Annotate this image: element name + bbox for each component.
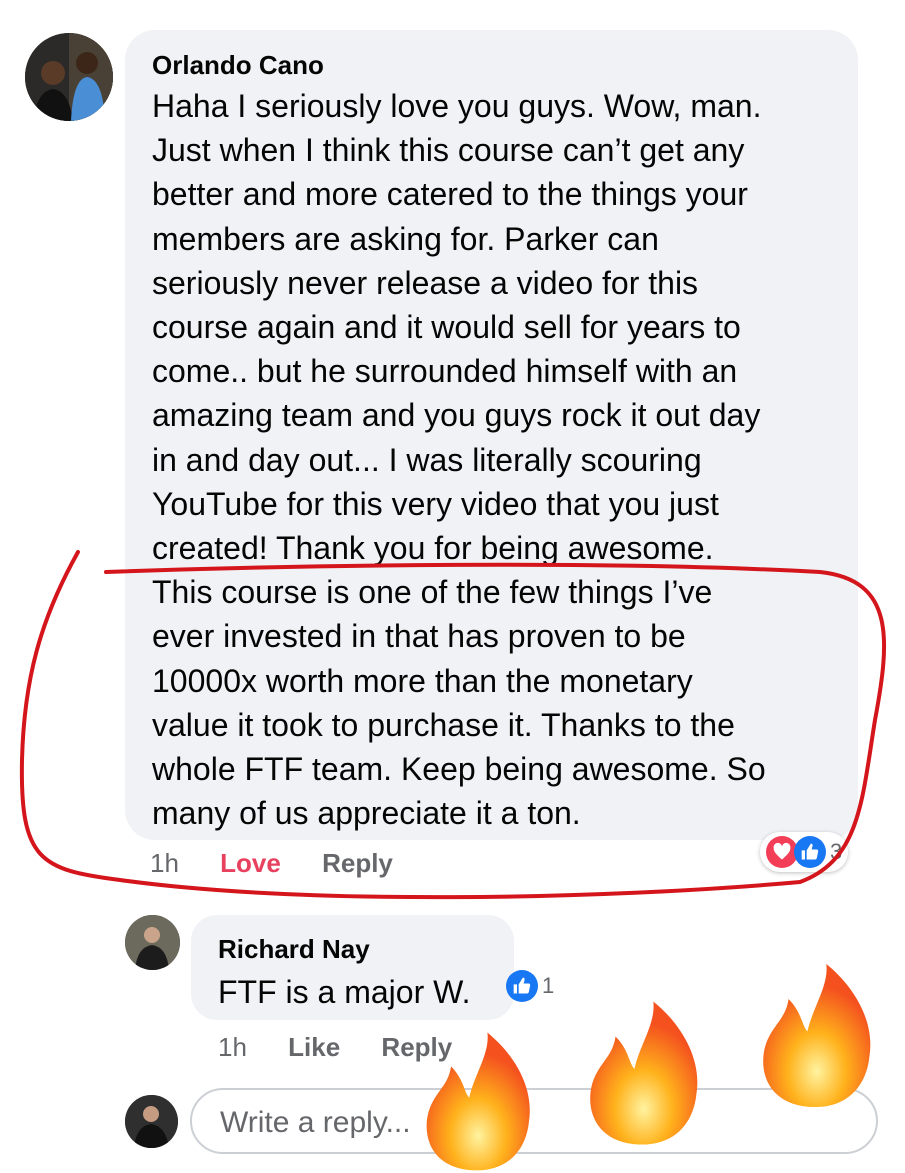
fire-icon	[426, 1032, 530, 1171]
fire-icon	[763, 963, 871, 1108]
fire-icon	[590, 1001, 698, 1145]
